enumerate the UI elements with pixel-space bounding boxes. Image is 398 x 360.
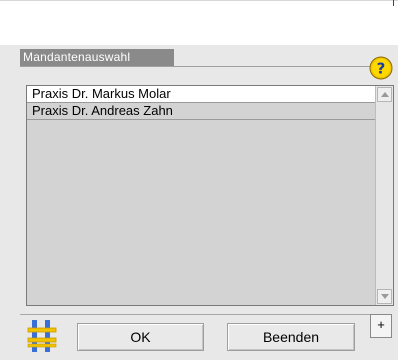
scroll-down-button[interactable] bbox=[377, 289, 392, 304]
quit-button[interactable]: Beenden bbox=[227, 323, 355, 351]
question-mark-icon[interactable]: ? bbox=[369, 56, 393, 80]
list-item[interactable]: Praxis Dr. Andreas Zahn bbox=[27, 103, 375, 120]
list-rows: Praxis Dr. Markus Molar Praxis Dr. Andre… bbox=[27, 86, 375, 120]
vertical-scrollbar[interactable] bbox=[375, 86, 393, 305]
bottom-divider bbox=[20, 314, 376, 315]
window-top-area bbox=[0, 0, 398, 45]
list-item[interactable]: Praxis Dr. Markus Molar bbox=[27, 86, 375, 103]
group-title: Mandantenauswahl bbox=[20, 49, 174, 66]
group-divider bbox=[20, 66, 390, 67]
client-listbox[interactable]: Praxis Dr. Markus Molar Praxis Dr. Andre… bbox=[26, 85, 394, 306]
corner-mark bbox=[393, 0, 394, 6]
plus-button[interactable]: + bbox=[370, 314, 392, 338]
window-top-border bbox=[0, 0, 398, 1]
ok-button[interactable]: OK bbox=[77, 323, 204, 351]
scroll-up-button[interactable] bbox=[377, 87, 392, 102]
hash-symbol-icon bbox=[27, 320, 57, 352]
arrow-down-icon bbox=[381, 294, 389, 299]
svg-text:?: ? bbox=[377, 60, 386, 78]
arrow-up-icon bbox=[381, 92, 389, 97]
